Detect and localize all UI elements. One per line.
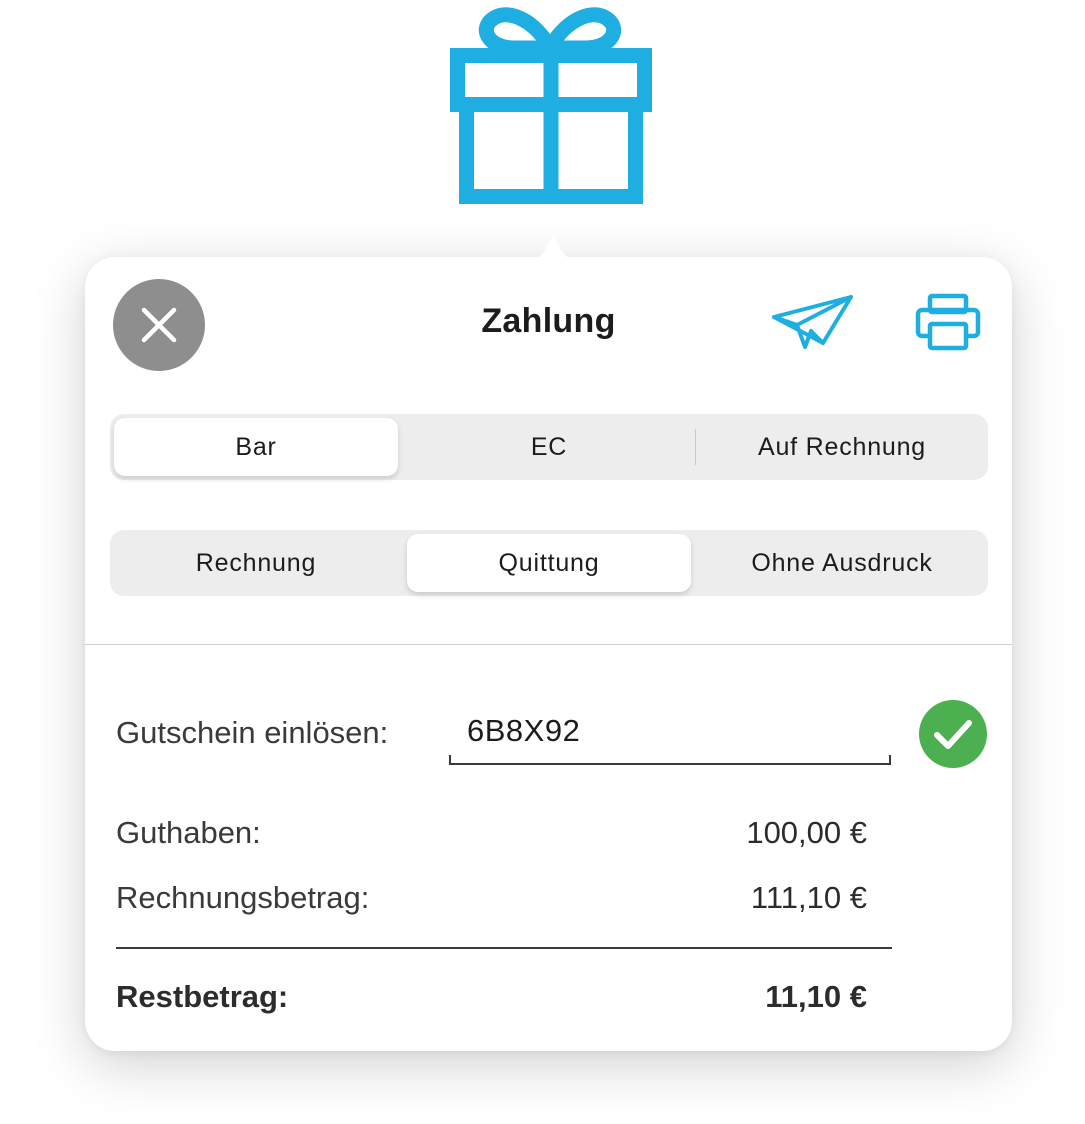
segment-divider (695, 429, 696, 465)
paper-plane-icon (772, 295, 853, 349)
segment-bar[interactable]: Bar (114, 418, 398, 476)
payment-popover: Zahlung Bar EC Auf Rechnung Rechnung Qui… (85, 257, 1012, 1051)
remaining-amount-value: 11,10 € (765, 979, 867, 1014)
receipt-type-control: Rechnung Quittung Ohne Ausdruck (110, 530, 988, 596)
print-button[interactable] (915, 293, 981, 351)
balance-label: Guthaben: (116, 815, 261, 850)
remaining-amount-label: Restbetrag: (116, 979, 289, 1014)
balance-value: 100,00 € (746, 815, 867, 850)
section-divider (85, 644, 1012, 645)
checkmark-circle-icon[interactable] (918, 699, 988, 769)
segment-spacer (402, 429, 403, 465)
segment-quittung[interactable]: Quittung (407, 534, 691, 592)
segment-spacer (402, 545, 403, 581)
send-button[interactable] (771, 293, 855, 353)
voucher-label: Gutschein einlösen: (116, 715, 389, 750)
voucher-code-value: 6B8X92 (467, 713, 581, 748)
printer-icon (915, 293, 981, 351)
segment-ec[interactable]: EC (407, 418, 691, 476)
segment-ohne-ausdruck[interactable]: Ohne Ausdruck (700, 534, 984, 592)
payment-method-control: Bar EC Auf Rechnung (110, 414, 988, 480)
segment-spacer (695, 545, 696, 581)
popover-arrow (525, 237, 581, 264)
segment-rechnung[interactable]: Rechnung (114, 534, 398, 592)
invoice-amount-value: 111,10 € (750, 880, 867, 915)
gift-icon (450, 7, 652, 204)
invoice-amount-label: Rechnungsbetrag: (116, 880, 370, 915)
voucher-code-input[interactable]: 6B8X92 (449, 709, 891, 765)
page-title: Zahlung (481, 302, 616, 340)
segment-auf-rechnung[interactable]: Auf Rechnung (700, 418, 984, 476)
sum-line (116, 947, 892, 949)
